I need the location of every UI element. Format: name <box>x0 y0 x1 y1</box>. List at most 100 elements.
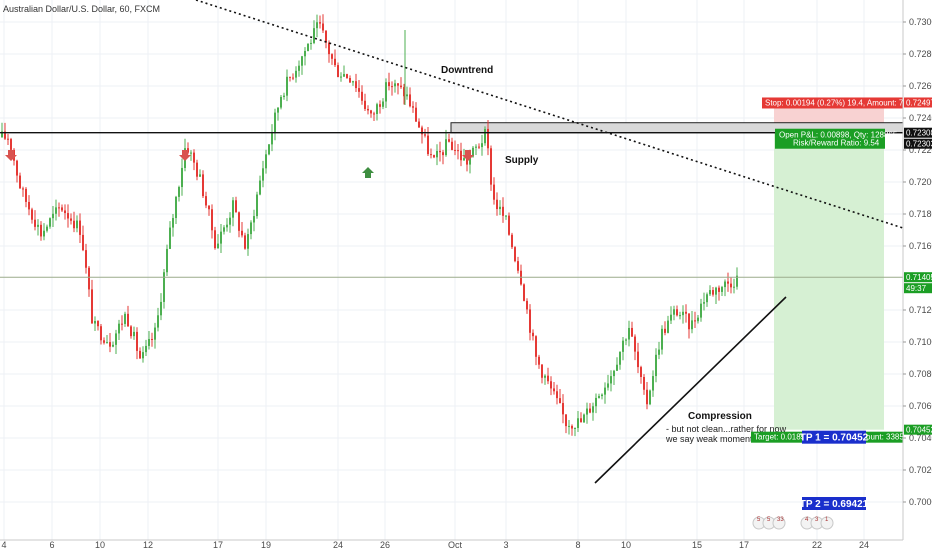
candle-up <box>649 390 651 405</box>
candle-up <box>52 213 54 219</box>
time-axis[interactable]: 4 6 10 12 17 19 24 26 Oct 3 8 10 15 17 22 24 <box>0 539 932 550</box>
candle-down <box>565 414 567 427</box>
x-tick-label: Oct <box>448 540 463 550</box>
candle-down <box>355 81 357 89</box>
candle-up <box>157 315 159 328</box>
candle-up <box>94 320 96 324</box>
candle-down <box>349 78 351 83</box>
candle-down <box>16 160 18 176</box>
stop-price-label: 0.72497 <box>904 97 932 108</box>
candle-up <box>316 22 318 29</box>
candle-up <box>574 427 576 429</box>
candle-up <box>484 128 486 144</box>
candle-up <box>313 28 315 43</box>
candle-up <box>148 338 150 346</box>
candle-down <box>31 209 33 220</box>
candle-up <box>340 76 342 78</box>
candle-down <box>694 320 696 322</box>
y-tick-label: 0.70000 <box>909 497 932 507</box>
tp1-box: TP 1 = 0.70452 <box>800 430 869 444</box>
candle-down <box>64 210 66 214</box>
compression-title: Compression <box>688 411 752 422</box>
pnl-label: Open P&L: 0.00898, Qty: 128865Risk/Rewar… <box>775 128 898 149</box>
candle-up <box>37 224 39 227</box>
y-tick-label: 0.70600 <box>909 401 932 411</box>
entry-price-label: 0.72308 <box>904 127 932 138</box>
candle-up <box>709 290 711 295</box>
candle-up <box>445 139 447 156</box>
x-tick-label: 8 <box>575 540 580 550</box>
candle-down <box>139 350 141 359</box>
candle-up <box>703 302 705 304</box>
candle-up <box>301 56 303 66</box>
candle-up <box>178 187 180 197</box>
candle-down <box>109 342 111 347</box>
y-tick-label: 0.73000 <box>909 17 932 27</box>
candlestick-chart[interactable]: DowntrendSupplyCompression- but not clea… <box>0 0 932 550</box>
candle-down <box>238 212 240 231</box>
candle-down <box>88 267 90 290</box>
candle-up <box>232 200 234 218</box>
candle-down <box>430 154 432 156</box>
event-badge: 5 5 33 <box>752 516 786 530</box>
candle-up <box>271 132 273 145</box>
candle-down <box>727 281 729 284</box>
candle-up <box>142 352 144 359</box>
candle-up <box>628 327 630 340</box>
candle-up <box>715 287 717 295</box>
candle-down <box>211 209 213 231</box>
tp2-text: TP 2 = 0.69421 <box>800 499 869 510</box>
candle-down <box>538 356 540 365</box>
candle-up <box>250 222 252 235</box>
candle-down <box>424 134 426 136</box>
y-tick-label: 0.70800 <box>909 369 932 379</box>
candle-down <box>358 88 360 92</box>
candle-up <box>724 281 726 288</box>
candle-down <box>415 107 417 122</box>
candle-down <box>136 331 138 351</box>
candle-down <box>337 65 339 78</box>
candle-down <box>193 152 195 163</box>
candle-down <box>580 418 582 423</box>
candle-down <box>85 250 87 268</box>
x-tick-label: 4 <box>1 540 6 550</box>
candle-down <box>91 289 93 324</box>
candle-down <box>448 139 450 142</box>
candle-down <box>103 340 105 343</box>
candle-down <box>547 375 549 382</box>
candle-up <box>280 96 282 108</box>
candle-down <box>418 121 420 128</box>
y-tick-label: 0.72600 <box>909 81 932 91</box>
candle-up <box>112 344 114 347</box>
candle-down <box>82 234 84 251</box>
candle-up <box>118 323 120 334</box>
candle-up <box>376 104 378 115</box>
candle-down <box>28 201 30 210</box>
candle-up <box>670 314 672 321</box>
candle-up <box>115 333 117 345</box>
y-tick-label: 0.70200 <box>909 465 932 475</box>
price-axis[interactable]: 0.732000.730000.728000.726000.724000.722… <box>902 0 932 550</box>
candle-up <box>721 287 723 292</box>
candle-up <box>172 218 174 228</box>
candle-down <box>514 247 516 262</box>
candle-down <box>676 309 678 316</box>
candle-down <box>379 104 381 107</box>
candle-down <box>409 94 411 107</box>
candle-up <box>352 81 354 83</box>
candle-up <box>166 248 168 273</box>
candle-down <box>664 328 666 333</box>
candle-up <box>307 43 309 51</box>
candle-up <box>613 370 615 377</box>
candle-up <box>406 94 408 97</box>
candle-up <box>286 76 288 96</box>
candle-down <box>553 388 555 392</box>
countdown-label: 49:37 <box>904 283 932 294</box>
candle-up <box>382 101 384 107</box>
candle-up <box>283 95 285 97</box>
candle-up <box>343 74 345 77</box>
target-zone <box>774 132 884 430</box>
candle-down <box>631 327 633 337</box>
candle-down <box>730 283 732 288</box>
candle-up <box>592 406 594 413</box>
